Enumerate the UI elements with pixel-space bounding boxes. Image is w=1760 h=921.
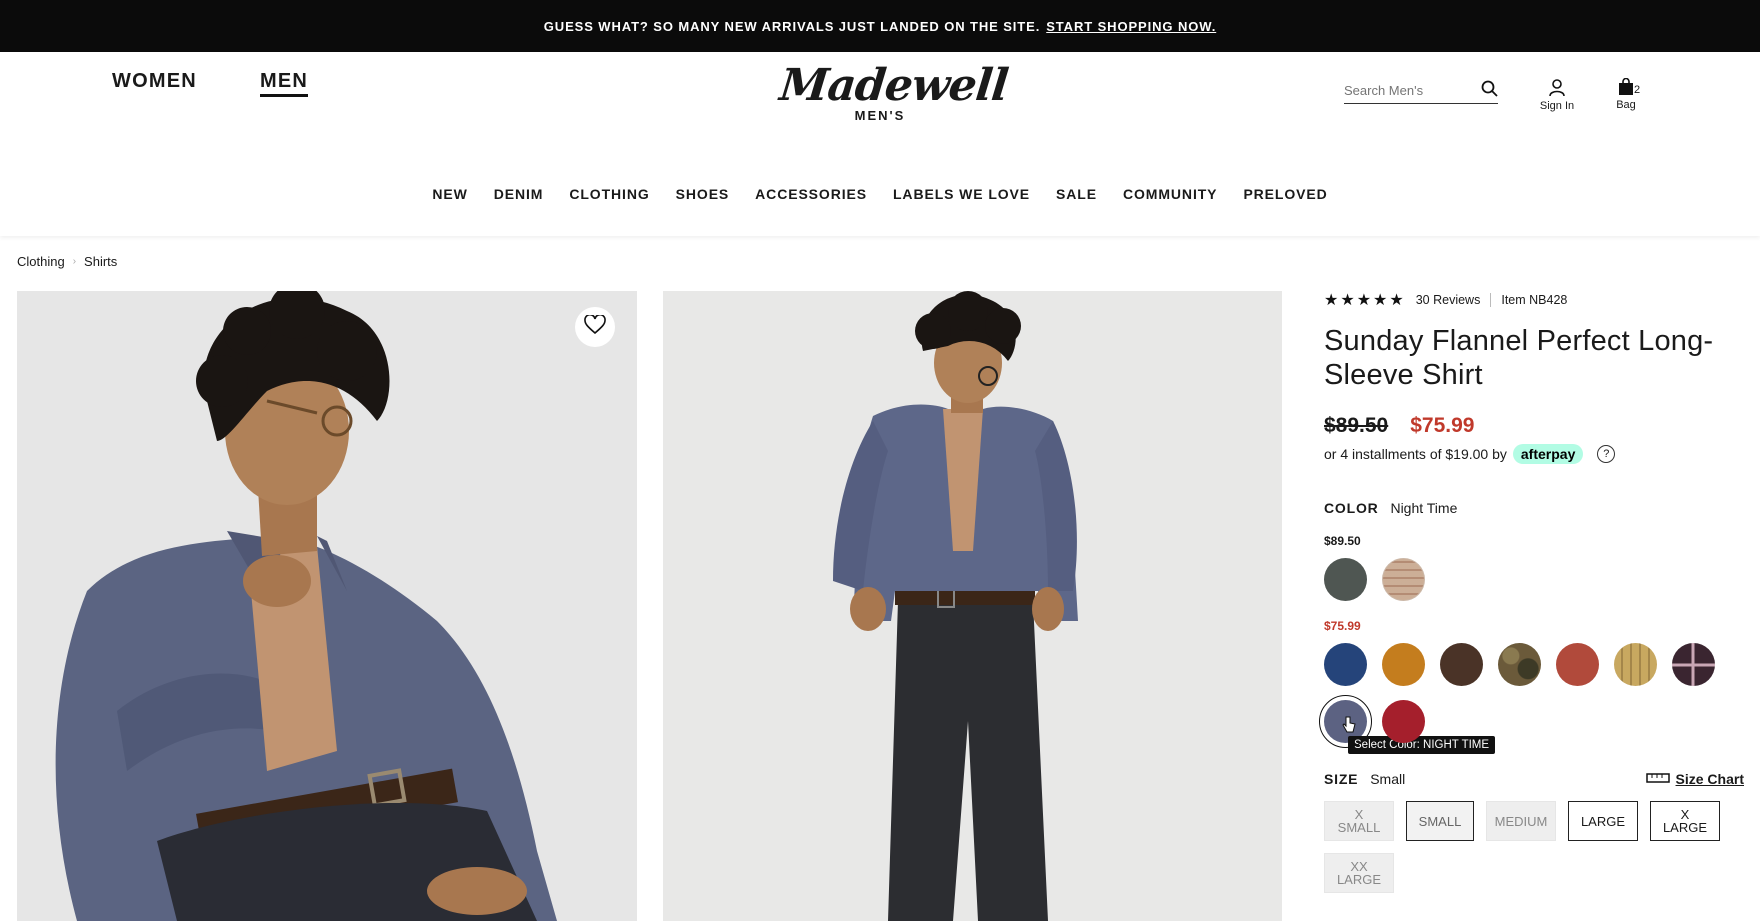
sign-in-label: Sign In [1539,100,1575,112]
color-swatch[interactable] [1324,558,1367,601]
sale-swatches-row-1 [1324,643,1744,686]
product-info-panel: ★★★★★ 30 Reviews Item NB428 Sunday Flann… [1319,290,1744,893]
women-tab[interactable]: WOMEN [112,70,197,93]
nav-preloved[interactable]: PRELOVED [1243,186,1327,202]
color-swatch-plaid[interactable] [1382,558,1425,601]
star-rating-icon[interactable]: ★★★★★ [1324,290,1406,310]
favorite-button[interactable] [575,307,615,347]
ruler-icon [1645,771,1670,787]
size-medium[interactable]: MEDIUM [1486,801,1556,841]
promo-text: GUESS WHAT? SO MANY NEW ARRIVALS JUST LA… [543,18,1041,34]
rating-row: ★★★★★ 30 Reviews Item NB428 [1324,290,1744,310]
sale-swatches-row-2: Select Color: NIGHT TIME [1319,695,1744,754]
size-header: SIZE Small Size Chart [1324,771,1744,787]
color-label-row: COLOR Night Time [1324,500,1744,516]
full-price-swatches [1324,558,1744,601]
color-value: Night Time [1390,500,1458,516]
afterpay-logo[interactable]: afterpay [1512,444,1584,464]
bag-count: 2 [1634,84,1641,96]
user-icon [1548,79,1566,100]
logo-script: Madewell [777,60,1011,111]
bag-icon [1618,77,1634,99]
help-icon[interactable]: ? [1597,445,1616,463]
product-title: Sunday Flannel Perfect Long-Sleeve Shirt [1324,325,1714,391]
search-box [1344,78,1498,104]
color-swatch[interactable] [1382,643,1425,686]
color-swatch[interactable] [1556,643,1599,686]
nav-clothing[interactable]: CLOTHING [569,186,649,202]
standing-model-illustration [663,291,1282,921]
main-nav: NEW DENIM CLOTHING SHOES ACCESSORIES LAB… [0,186,1760,202]
size-value: Small [1370,771,1406,787]
site-logo[interactable]: Madewell MEN'S [777,60,1011,123]
breadcrumb: Clothing › Shirts [17,254,117,269]
nav-new[interactable]: NEW [432,186,467,202]
rating-divider [1490,293,1492,307]
nav-accessories[interactable]: ACCESSORIES [755,186,867,202]
size-chart-link[interactable]: Size Chart [1645,771,1744,787]
nav-labels-we-love[interactable]: LABELS WE LOVE [893,186,1030,202]
search-input[interactable] [1344,83,1464,98]
hand-cursor-icon [1342,716,1356,739]
full-price-group-label: $89.50 [1324,534,1361,548]
price-row: $89.50 $75.99 [1324,414,1744,438]
original-price: $89.50 [1324,414,1389,437]
size-small[interactable]: SMALL [1406,801,1474,841]
heart-icon [584,313,606,340]
breadcrumb-separator-icon: › [72,256,77,267]
nav-sale[interactable]: SALE [1056,186,1097,202]
promo-banner: GUESS WHAT? SO MANY NEW ARRIVALS JUST LA… [0,0,1760,52]
size-large[interactable]: LARGE [1568,801,1638,841]
nav-shoes[interactable]: SHOES [676,186,730,202]
color-swatch[interactable] [1382,700,1425,743]
color-swatch-plaid[interactable] [1614,643,1657,686]
color-swatch[interactable] [1324,643,1367,686]
product-image-1[interactable] [17,291,637,921]
nav-denim[interactable]: DENIM [494,186,544,202]
size-label-row: SIZE Small [1324,771,1405,787]
size-x-small[interactable]: X SMALL [1324,801,1394,841]
site-header: WOMEN MEN Madewell MEN'S Sign In 2 Bag N… [0,52,1760,236]
promo-link[interactable]: START SHOPPING NOW. [1046,19,1216,34]
men-tab[interactable]: MEN [260,70,309,97]
product-image-2[interactable] [663,291,1282,921]
color-label: COLOR [1324,500,1379,516]
size-chart-label: Size Chart [1675,771,1744,787]
size-xx-large[interactable]: XX LARGE [1324,853,1394,893]
breadcrumb-clothing[interactable]: Clothing [17,254,65,269]
bag-button[interactable]: 2 Bag [1606,77,1646,111]
color-tooltip: Select Color: NIGHT TIME [1348,736,1496,754]
bag-label: Bag [1616,99,1636,111]
sign-in-button[interactable]: Sign In [1536,78,1578,112]
seated-model-illustration [17,291,637,921]
search-icon[interactable] [1481,80,1498,102]
breadcrumb-shirts[interactable]: Shirts [84,254,117,269]
color-swatch-night-time[interactable]: Select Color: NIGHT TIME [1319,695,1496,754]
size-x-large[interactable]: X LARGE [1650,801,1720,841]
installments-row: or 4 installments of $19.00 by afterpay … [1324,444,1744,464]
size-options: X SMALL SMALL MEDIUM LARGE X LARGE XX LA… [1324,801,1744,893]
size-label: SIZE [1324,771,1359,787]
installments-text: or 4 installments of $19.00 by [1324,446,1507,462]
color-swatch-camo[interactable] [1498,643,1541,686]
color-swatch[interactable] [1440,643,1483,686]
color-swatch-plaid[interactable] [1672,643,1715,686]
nav-community[interactable]: COMMUNITY [1123,186,1217,202]
item-number: Item NB428 [1501,293,1568,307]
sale-price: $75.99 [1410,414,1475,437]
reviews-link[interactable]: 30 Reviews [1416,293,1481,307]
sale-price-group-label: $75.99 [1324,619,1361,633]
